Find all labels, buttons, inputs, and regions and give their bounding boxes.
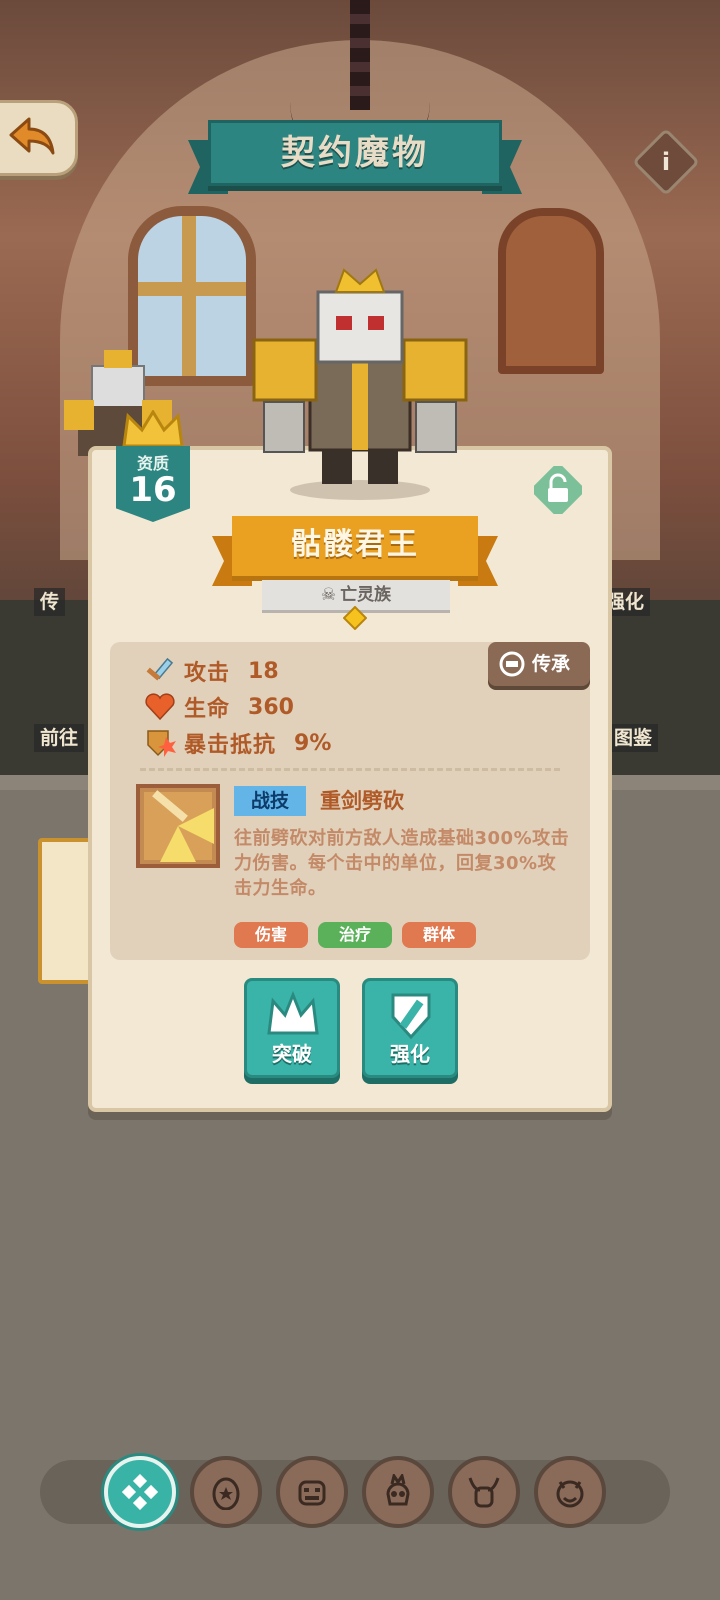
undead-icon: ☠ bbox=[320, 585, 337, 605]
tab-demon[interactable] bbox=[534, 1456, 606, 1528]
tag-damage: 伤害 bbox=[234, 922, 308, 948]
crown-icon bbox=[122, 410, 184, 448]
demon-face-icon bbox=[556, 1480, 584, 1508]
stat-crit-resist: 暴击抵抗 9% bbox=[144, 726, 331, 760]
breakthrough-button[interactable]: 突破 bbox=[244, 978, 340, 1078]
heavy-sword-slash-icon bbox=[144, 790, 214, 862]
sword-icon bbox=[146, 657, 174, 681]
quality-badge: 资质 16 bbox=[116, 410, 190, 522]
tab-skull[interactable] bbox=[362, 1456, 434, 1528]
name-ribbon: 骷髅君王 bbox=[212, 516, 498, 588]
tab-home[interactable] bbox=[104, 1456, 176, 1528]
beast-face-icon bbox=[298, 1480, 326, 1506]
skill-type-tag: 战技 bbox=[234, 786, 306, 816]
skill-description: 往前劈砍对前方敌人造成基础300%攻击力伤害。每个击中的单位，回复30%攻击力生… bbox=[234, 828, 570, 899]
info-icon: i bbox=[661, 148, 671, 176]
tag-heal: 治疗 bbox=[318, 922, 392, 948]
egg-star-icon bbox=[212, 1477, 240, 1510]
inherit-button[interactable]: 传承 bbox=[488, 642, 590, 686]
skill-icon[interactable] bbox=[136, 784, 220, 868]
tag-group: 群体 bbox=[402, 922, 476, 948]
skeleton-king-image bbox=[252, 268, 468, 500]
side-label-left-top[interactable]: 传 bbox=[34, 588, 66, 616]
side-label-left-bottom[interactable]: 前往 bbox=[34, 724, 85, 752]
tab-beast[interactable] bbox=[276, 1456, 348, 1528]
dashed-divider bbox=[140, 768, 560, 771]
side-label-right-bottom[interactable]: 图鉴 bbox=[608, 724, 659, 752]
page-title: 契约魔物 bbox=[281, 133, 429, 173]
door-decoration bbox=[498, 208, 604, 374]
skill-tags: 伤害 治疗 群体 bbox=[234, 922, 476, 948]
horned-mask-icon bbox=[468, 1477, 500, 1508]
gem-icon bbox=[343, 606, 367, 630]
crown-icon bbox=[267, 991, 319, 1035]
back-button[interactable] bbox=[0, 100, 78, 176]
inherit-icon bbox=[499, 651, 525, 677]
crit-shield-icon bbox=[147, 730, 176, 757]
heart-icon bbox=[145, 693, 175, 721]
shield-sword-icon bbox=[391, 993, 431, 1040]
unlock-icon[interactable] bbox=[534, 466, 582, 514]
tab-egg[interactable] bbox=[190, 1456, 262, 1528]
quality-value: 16 bbox=[129, 470, 177, 510]
back-arrow-icon bbox=[9, 117, 55, 155]
tab-horned[interactable] bbox=[448, 1456, 520, 1528]
enhance-button[interactable]: 强化 bbox=[362, 978, 458, 1078]
race-text: 亡灵族 bbox=[340, 585, 392, 605]
stat-hp: 生命 360 bbox=[144, 690, 294, 724]
skill-name: 重剑劈砍 bbox=[320, 789, 404, 813]
title-banner: 契约魔物 bbox=[188, 120, 522, 196]
stat-attack: 攻击 18 bbox=[144, 654, 279, 688]
monster-name: 骷髅君王 bbox=[291, 527, 419, 562]
clover-icon bbox=[122, 1474, 158, 1510]
flame-skull-icon bbox=[386, 1474, 410, 1506]
chandelier-chain bbox=[350, 0, 370, 110]
